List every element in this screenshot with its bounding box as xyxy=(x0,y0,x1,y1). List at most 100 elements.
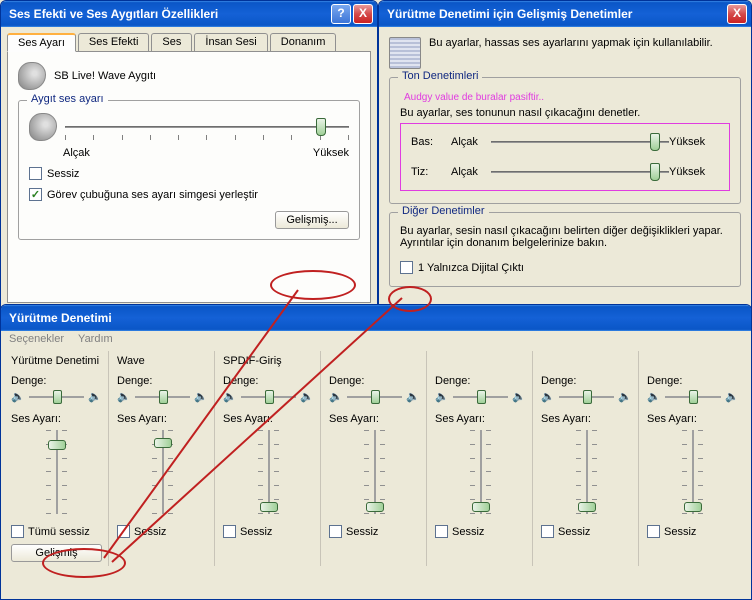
advanced-button[interactable]: Gelişmiş... xyxy=(275,211,349,229)
taskbar-icon-checkbox[interactable] xyxy=(29,188,42,201)
mute-checkbox[interactable] xyxy=(647,525,660,538)
mute-label: Sessiz xyxy=(47,168,79,180)
other-desc-1: Bu ayarlar, sesin nasıl çıkacağını belir… xyxy=(400,225,730,237)
mixer-channel: SPDIF-GirişDenge:🔈🔈Ses Ayarı:Sessiz xyxy=(217,351,321,566)
channel-title: Wave xyxy=(117,355,208,369)
window-title: Yürütme Denetimi xyxy=(9,311,112,325)
titlebar[interactable]: Ses Efekti ve Ses Aygıtları Özellikleri … xyxy=(1,1,377,27)
mute-checkbox[interactable] xyxy=(541,525,554,538)
mute-checkbox[interactable] xyxy=(223,525,236,538)
balance-label: Denge: xyxy=(11,375,102,387)
device-volume-title: Aygıt ses ayarı xyxy=(27,93,108,105)
mixer-channels: Yürütme Denetimi Denge: 🔈 🔈 Ses Ayarı: Tümü s… xyxy=(1,347,751,570)
bass-label: Bas: xyxy=(411,136,451,148)
speaker-right-icon: 🔈 xyxy=(406,390,420,404)
volume-label: Ses Ayarı: xyxy=(541,413,632,425)
volume-slider[interactable] xyxy=(44,430,70,514)
sounds-properties-dialog: Ses Efekti ve Ses Aygıtları Özellikleri … xyxy=(0,0,378,320)
close-button[interactable]: X xyxy=(353,4,373,24)
speaker-icon xyxy=(18,62,46,90)
slider-high-label: Yüksek xyxy=(313,147,349,159)
mute-checkbox[interactable] xyxy=(29,167,42,180)
volume-slider[interactable] xyxy=(680,430,706,514)
digital-output-checkbox[interactable] xyxy=(400,261,413,274)
tab-donanim[interactable]: Donanım xyxy=(270,33,337,52)
channel-advanced-button[interactable]: Gelişmiş xyxy=(11,544,102,562)
balance-slider[interactable] xyxy=(559,389,614,405)
mixer-channel: Yürütme Denetimi Denge: 🔈 🔈 Ses Ayarı: Tümü s… xyxy=(5,351,109,566)
channel-title xyxy=(435,355,526,369)
other-desc-2: Ayrıntılar için donanım belgelerinize ba… xyxy=(400,237,730,249)
channel-title xyxy=(329,355,420,369)
mixer-channel: Denge:🔈🔈Ses Ayarı:Sessiz xyxy=(641,351,745,566)
volume-slider[interactable] xyxy=(574,430,600,514)
volume-label: Ses Ayarı: xyxy=(223,413,314,425)
speaker-right-icon: 🔈 xyxy=(300,390,314,404)
balance-label: Denge: xyxy=(329,375,420,387)
mixer-channel: Denge:🔈🔈Ses Ayarı:Sessiz xyxy=(323,351,427,566)
balance-slider[interactable] xyxy=(453,389,508,405)
mute-label: Sessiz xyxy=(134,526,166,538)
mute-all-checkbox[interactable] xyxy=(11,525,24,538)
volume-slider[interactable] xyxy=(468,430,494,514)
tabstrip: Ses Ayarı Ses Efekti Ses İnsan Sesi Dona… xyxy=(7,33,371,52)
bass-slider[interactable] xyxy=(491,132,669,152)
balance-slider[interactable] xyxy=(135,389,190,405)
balance-label: Denge: xyxy=(647,375,739,387)
device-name: SB Live! Wave Aygıtı xyxy=(54,70,156,82)
speaker-right-icon: 🔈 xyxy=(194,390,208,404)
tab-ses-efekti[interactable]: Ses Efekti xyxy=(78,33,150,52)
tab-insan-sesi[interactable]: İnsan Sesi xyxy=(194,33,267,52)
dialog-title: Ses Efekti ve Ses Aygıtları Özellikleri xyxy=(9,7,218,21)
speaker-icon xyxy=(29,113,57,141)
help-button[interactable]: ? xyxy=(331,4,351,24)
channel-title xyxy=(541,355,632,369)
mute-checkbox[interactable] xyxy=(329,525,342,538)
speaker-left-icon: 🔈 xyxy=(223,390,237,404)
balance-slider[interactable] xyxy=(29,389,84,405)
volume-label: Ses Ayarı: xyxy=(11,413,102,425)
mute-checkbox[interactable] xyxy=(435,525,448,538)
dialog-description: Bu ayarlar, hassas ses ayarlarını yapmak… xyxy=(429,37,713,49)
speaker-left-icon: 🔈 xyxy=(541,390,555,404)
titlebar[interactable]: Yürütme Denetimi xyxy=(1,305,751,331)
mute-checkbox[interactable] xyxy=(117,525,130,538)
mute-label: Tümü sessiz xyxy=(28,526,90,538)
device-volume-slider[interactable] xyxy=(65,117,349,137)
volume-slider[interactable] xyxy=(150,430,176,514)
volume-slider[interactable] xyxy=(256,430,282,514)
balance-slider[interactable] xyxy=(241,389,296,405)
tone-highlight-box: Bas: Alçak Yüksek Tiz: Alçak Yüksek xyxy=(400,123,730,191)
digital-output-label: 1 Yalnızca Dijital Çıktı xyxy=(418,262,524,274)
tab-ses[interactable]: Ses xyxy=(151,33,192,52)
volume-label: Ses Ayarı: xyxy=(435,413,526,425)
volume-label: Ses Ayarı: xyxy=(329,413,420,425)
speaker-left-icon: 🔈 xyxy=(329,390,343,404)
balance-slider[interactable] xyxy=(665,389,721,405)
tab-ses-ayari[interactable]: Ses Ayarı xyxy=(7,33,76,52)
high-label: Yüksek xyxy=(669,136,719,148)
volume-label: Ses Ayarı: xyxy=(647,413,739,425)
balance-slider[interactable] xyxy=(347,389,402,405)
titlebar[interactable]: Yürütme Denetimi için Gelişmiş Denetimle… xyxy=(379,1,751,27)
balance-label: Denge: xyxy=(117,375,208,387)
channel-title: Yürütme Denetimi xyxy=(11,355,102,369)
treble-slider[interactable] xyxy=(491,162,669,182)
volume-slider[interactable] xyxy=(362,430,388,514)
close-button[interactable]: X xyxy=(727,4,747,24)
speaker-left-icon: 🔈 xyxy=(11,390,25,404)
playback-mixer-window: Yürütme Denetimi Seçenekler Yardım Yürüt… xyxy=(0,304,752,600)
taskbar-icon-label: Görev çubuğuna ses ayarı simgesi yerleşt… xyxy=(47,189,258,201)
high-label: Yüksek xyxy=(669,166,719,178)
speaker-right-icon: 🔈 xyxy=(88,390,102,404)
dialog-title: Yürütme Denetimi için Gelişmiş Denetimle… xyxy=(387,7,632,21)
low-label: Alçak xyxy=(451,136,491,148)
other-controls-group: Diğer Denetimler Bu ayarlar, sesin nasıl… xyxy=(389,212,741,287)
mixer-channel: WaveDenge:🔈🔈Ses Ayarı:Sessiz xyxy=(111,351,215,566)
menu-options[interactable]: Seçenekler xyxy=(9,333,64,345)
low-label: Alçak xyxy=(451,166,491,178)
menu-help[interactable]: Yardım xyxy=(78,333,113,345)
menu-bar: Seçenekler Yardım xyxy=(1,331,751,347)
speaker-right-icon: 🔈 xyxy=(618,390,632,404)
speaker-left-icon: 🔈 xyxy=(435,390,449,404)
